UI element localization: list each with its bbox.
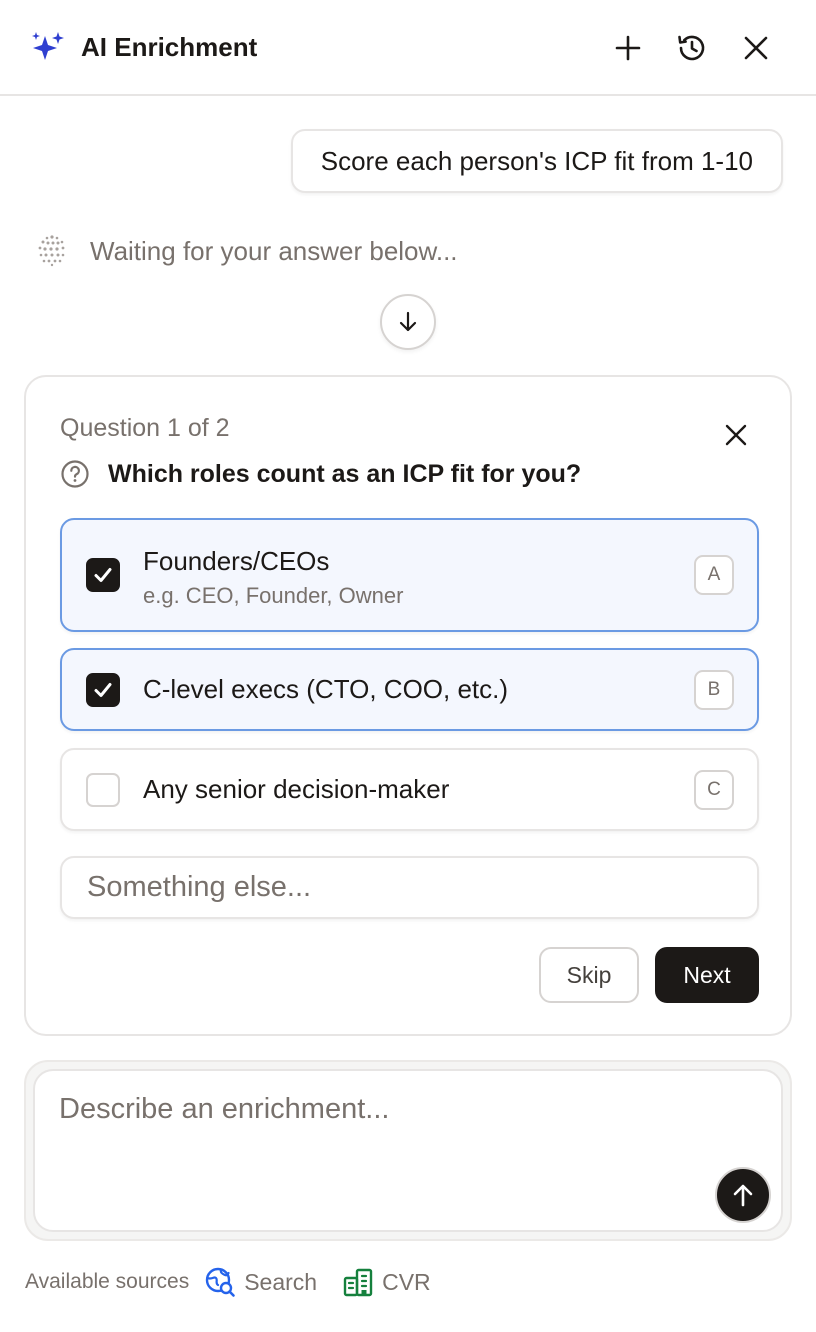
option-label: Any senior decision-maker <box>143 774 450 804</box>
option-description: e.g. CEO, Founder, Owner <box>143 583 404 608</box>
source-name: CVR <box>382 1268 431 1295</box>
option-label: Founders/CEOs <box>143 546 330 576</box>
question-counter: Question 1 of 2 <box>60 414 230 442</box>
composer-container <box>24 1060 792 1241</box>
checkbox-unchecked[interactable] <box>86 773 120 807</box>
option-senior-decision-maker[interactable]: Any senior decision-maker C <box>60 748 759 831</box>
globe-search-icon <box>204 1266 236 1298</box>
arrow-up-icon <box>733 1184 753 1207</box>
option-shortcut-key: C <box>694 770 734 810</box>
enrichment-input[interactable] <box>35 1071 781 1230</box>
composer <box>33 1069 783 1232</box>
source-cvr[interactable]: CVR <box>342 1266 431 1298</box>
panel-header: AI Enrichment <box>0 0 816 96</box>
option-shortcut-key: B <box>694 670 734 710</box>
arrow-down-icon <box>399 311 417 332</box>
option-label: C-level execs (CTO, COO, etc.) <box>143 674 509 704</box>
loading-dots-icon <box>38 235 65 267</box>
help-circle-icon <box>61 460 89 488</box>
skip-button[interactable]: Skip <box>539 947 639 1003</box>
source-search[interactable]: Search <box>204 1266 317 1298</box>
buildings-icon <box>342 1266 374 1298</box>
option-c-level-execs[interactable]: C-level execs (CTO, COO, etc.) B <box>60 648 759 731</box>
sparkles-icon <box>32 32 64 60</box>
other-answer-input[interactable] <box>60 856 759 919</box>
history-icon <box>678 35 705 61</box>
checkbox-checked[interactable] <box>86 558 120 592</box>
checkbox-checked[interactable] <box>86 673 120 707</box>
question-title: Which roles count as an ICP fit for you? <box>108 460 582 488</box>
option-founders-ceos[interactable]: Founders/CEOs e.g. CEO, Founder, Owner A <box>60 518 759 632</box>
new-chat-button[interactable] <box>608 28 648 68</box>
close-panel-button[interactable] <box>736 28 776 68</box>
close-icon <box>725 424 747 446</box>
check-icon <box>94 683 112 697</box>
option-shortcut-key: A <box>694 555 734 595</box>
scroll-down-button[interactable] <box>380 294 436 350</box>
check-icon <box>94 568 112 582</box>
send-button[interactable] <box>715 1167 771 1223</box>
status-text: Waiting for your answer below... <box>90 236 458 266</box>
source-name: Search <box>244 1268 318 1295</box>
close-icon <box>744 36 768 60</box>
plus-icon <box>615 35 641 61</box>
sources-label: Available sources <box>25 1270 190 1293</box>
history-button[interactable] <box>672 28 712 68</box>
question-card: Question 1 of 2 Which roles count as an … <box>24 375 792 1036</box>
available-sources: Available sources Search CVR <box>25 1264 456 1300</box>
panel-title: AI Enrichment <box>81 32 258 62</box>
user-message-bubble: Score each person's ICP fit from 1-10 <box>290 129 783 193</box>
next-button[interactable]: Next <box>655 947 759 1003</box>
dismiss-question-button[interactable] <box>716 415 756 455</box>
